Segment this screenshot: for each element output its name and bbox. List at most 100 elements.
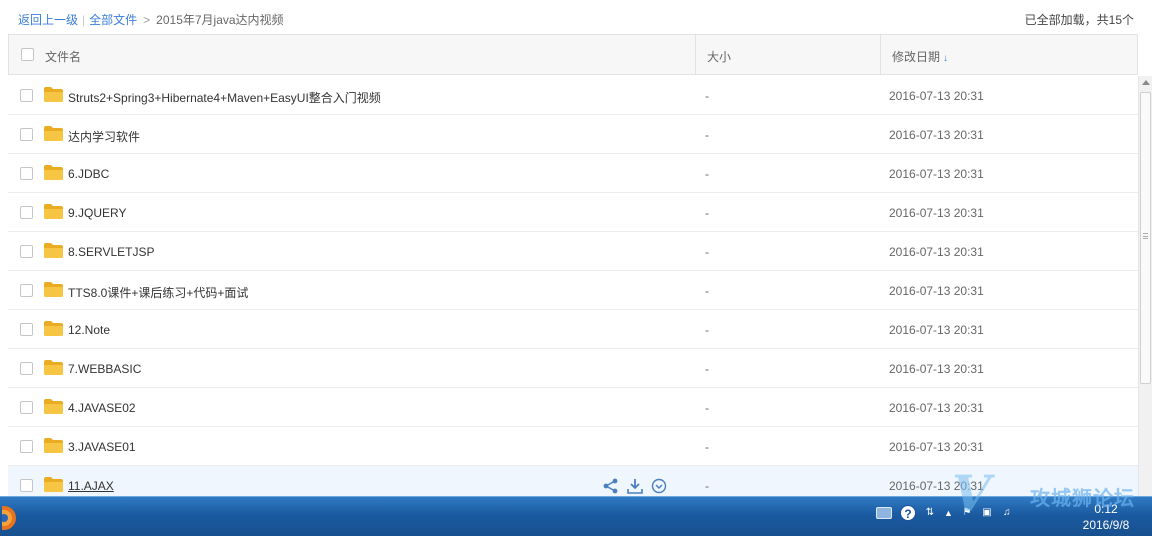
folder-icon <box>44 165 63 180</box>
file-modified-date: 2016-07-13 20:31 <box>889 440 984 454</box>
row-checkbox[interactable] <box>20 245 33 258</box>
row-checkbox[interactable] <box>20 128 33 141</box>
folder-icon <box>44 282 63 297</box>
file-name-link[interactable]: 11.AJAX <box>68 479 114 493</box>
file-modified-date: 2016-07-13 20:31 <box>889 89 984 103</box>
current-folder-label: 2015年7月java达内视频 <box>156 13 284 27</box>
file-row[interactable]: 4.JAVASE02 - 2016-07-13 20:31 <box>8 388 1138 427</box>
file-list: Struts2+Spring3+Hibernate4+Maven+EasyUI整… <box>8 76 1138 496</box>
back-link[interactable]: 返回上一级 <box>18 13 78 27</box>
flag-icon[interactable]: ⚑ <box>961 506 973 520</box>
file-modified-date: 2016-07-13 20:31 <box>889 128 984 142</box>
row-checkbox[interactable] <box>20 401 33 414</box>
clock-time: 0:12 <box>1094 502 1118 516</box>
file-size: - <box>705 206 709 220</box>
firefox-taskbar-button[interactable] <box>0 499 28 535</box>
file-name-link[interactable]: 达内学习软件 <box>68 128 140 145</box>
file-name-link[interactable]: TTS8.0课件+课后练习+代码+面试 <box>68 284 248 301</box>
file-row[interactable]: 12.Note - 2016-07-13 20:31 <box>8 310 1138 349</box>
keyboard-icon[interactable] <box>876 507 892 519</box>
breadcrumb-bar: 返回上一级 | 全部文件 >2015年7月java达内视频 已全部加载，共15个 <box>0 0 1152 36</box>
file-modified-date: 2016-07-13 20:31 <box>889 245 984 259</box>
breadcrumb: 返回上一级 | 全部文件 >2015年7月java达内视频 <box>18 11 284 28</box>
file-name-link[interactable]: 3.JAVASE01 <box>68 440 136 454</box>
row-checkbox[interactable] <box>20 284 33 297</box>
load-status: 已全部加载，共15个 <box>1024 13 1134 27</box>
file-size: - <box>705 167 709 181</box>
vertical-scrollbar[interactable] <box>1138 76 1152 496</box>
show-hidden-icons-icon[interactable]: ▲ <box>944 508 953 518</box>
file-row[interactable]: 9.JQUERY - 2016-07-13 20:31 <box>8 193 1138 232</box>
file-name-link[interactable]: 9.JQUERY <box>68 206 126 220</box>
firefox-icon <box>2 506 16 530</box>
file-name-link[interactable]: Struts2+Spring3+Hibernate4+Maven+EasyUI整… <box>68 89 381 106</box>
scrollbar-thumb[interactable] <box>1140 92 1151 384</box>
file-name-link[interactable]: 7.WEBBASIC <box>68 362 141 376</box>
file-row[interactable]: TTS8.0课件+课后练习+代码+面试 - 2016-07-13 20:31 <box>8 271 1138 310</box>
all-files-link[interactable]: 全部文件 <box>89 13 137 27</box>
help-icon[interactable]: ? <box>900 505 916 521</box>
file-size: - <box>705 89 709 103</box>
folder-icon <box>44 204 63 219</box>
row-actions <box>602 478 668 494</box>
folder-icon <box>44 321 63 336</box>
file-size: - <box>705 323 709 337</box>
row-checkbox[interactable] <box>20 479 33 492</box>
file-row[interactable]: 8.SERVLETJSP - 2016-07-13 20:31 <box>8 232 1138 271</box>
breadcrumb-separator: | <box>82 13 86 27</box>
network-icon[interactable]: ▣ <box>981 506 993 520</box>
file-name-link[interactable]: 8.SERVLETJSP <box>68 245 154 259</box>
system-tray: ? ⇅ ▲ ⚑ ▣ ♫ <box>876 505 1013 521</box>
file-row[interactable]: 6.JDBC - 2016-07-13 20:31 <box>8 154 1138 193</box>
breadcrumb-arrow: > <box>143 13 151 27</box>
row-checkbox[interactable] <box>20 440 33 453</box>
row-checkbox[interactable] <box>20 167 33 180</box>
file-name-link[interactable]: 6.JDBC <box>68 167 109 181</box>
folder-icon <box>44 399 63 414</box>
file-size: - <box>705 401 709 415</box>
column-divider <box>695 35 696 74</box>
share-icon[interactable] <box>602 478 620 494</box>
folder-icon <box>44 360 63 375</box>
scroll-up-arrow-icon[interactable] <box>1142 80 1150 85</box>
volume-icon[interactable]: ♫ <box>1001 506 1013 520</box>
sort-arrow-down-icon[interactable]: ↓ <box>943 53 948 64</box>
file-size: - <box>705 284 709 298</box>
column-header-size[interactable]: 大小 <box>707 48 731 65</box>
more-icon[interactable] <box>650 478 668 494</box>
file-modified-date: 2016-07-13 20:31 <box>889 401 984 415</box>
column-header-date[interactable]: 修改日期 ↓ <box>892 48 948 65</box>
clock-date: 2016/9/8 <box>1082 518 1130 532</box>
file-row[interactable]: 7.WEBBASIC - 2016-07-13 20:31 <box>8 349 1138 388</box>
file-name-link[interactable]: 12.Note <box>68 323 110 337</box>
windows-taskbar: ? ⇅ ▲ ⚑ ▣ ♫ 0:12 2016/9/8 <box>0 496 1152 536</box>
file-modified-date: 2016-07-13 20:31 <box>889 479 984 493</box>
folder-icon <box>44 243 63 258</box>
column-header-date-label: 修改日期 <box>892 50 941 64</box>
file-size: - <box>705 245 709 259</box>
column-divider <box>880 35 881 74</box>
folder-icon <box>44 87 63 102</box>
row-checkbox[interactable] <box>20 362 33 375</box>
column-header-name[interactable]: 文件名 <box>45 48 81 65</box>
input-method-icon[interactable]: ⇅ <box>924 506 936 520</box>
row-checkbox[interactable] <box>20 206 33 219</box>
taskbar-clock[interactable]: 0:12 2016/9/8 <box>1074 501 1138 533</box>
file-modified-date: 2016-07-13 20:31 <box>889 284 984 298</box>
file-row[interactable]: Struts2+Spring3+Hibernate4+Maven+EasyUI整… <box>8 76 1138 115</box>
file-modified-date: 2016-07-13 20:31 <box>889 206 984 220</box>
folder-icon <box>44 126 63 141</box>
download-icon[interactable] <box>626 478 644 494</box>
row-checkbox[interactable] <box>20 323 33 336</box>
file-modified-date: 2016-07-13 20:31 <box>889 323 984 337</box>
file-name-link[interactable]: 4.JAVASE02 <box>68 401 136 415</box>
scroll-grip-icon <box>1143 233 1148 239</box>
folder-icon <box>44 438 63 453</box>
file-size: - <box>705 362 709 376</box>
file-size: - <box>705 128 709 142</box>
row-checkbox[interactable] <box>20 89 33 102</box>
select-all-checkbox[interactable] <box>21 48 34 61</box>
file-row[interactable]: 3.JAVASE01 - 2016-07-13 20:31 <box>8 427 1138 466</box>
file-row[interactable]: 11.AJAX - 2016-07-13 20:31 <box>8 466 1138 496</box>
file-row[interactable]: 达内学习软件 - 2016-07-13 20:31 <box>8 115 1138 154</box>
